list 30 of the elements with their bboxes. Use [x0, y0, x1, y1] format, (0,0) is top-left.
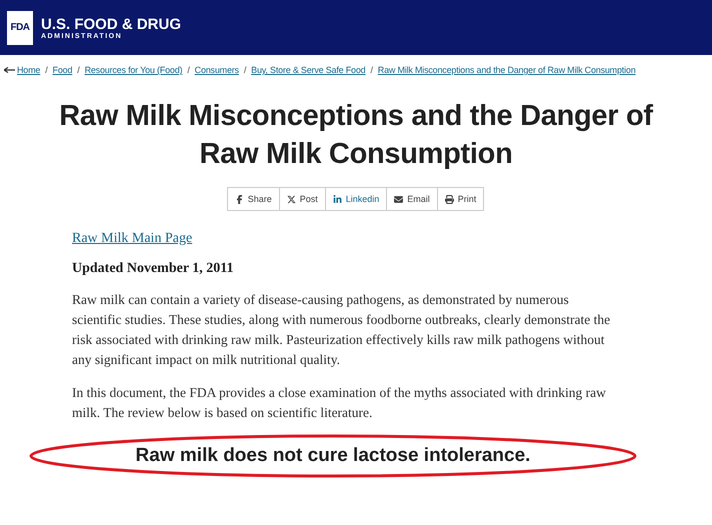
- breadcrumb-separator: /: [45, 65, 48, 75]
- share-button[interactable]: Email: [386, 187, 438, 211]
- page-title: Raw Milk Misconceptions and the Danger of Raw Milk Consumption: [58, 99, 654, 172]
- breadcrumb-link[interactable]: Home: [17, 65, 40, 75]
- breadcrumb-link[interactable]: Consumers: [194, 65, 239, 75]
- linkedin-icon: [332, 194, 342, 204]
- section-heading: Raw milk does not cure lactose intolerance.: [136, 445, 530, 467]
- body-paragraph: Raw milk can contain a variety of disease-causing pathogens, as demonstrated by numerous scientific studies. These studies, along with numerous foodborne outbreaks, clearly demonstrate the risk associated with drinking raw milk. Pasteurization effectively kills raw milk pathogens without any significant impact on milk nutritional quality.: [72, 291, 612, 369]
- x-logo-icon: [286, 194, 296, 204]
- breadcrumb-link[interactable]: Buy, Store & Serve Safe Food: [251, 65, 366, 75]
- fda-logo[interactable]: FDA: [7, 10, 33, 44]
- share-button[interactable]: Post: [278, 187, 326, 211]
- back-arrow-icon: [4, 67, 15, 73]
- envelope-icon: [394, 194, 404, 204]
- breadcrumb-link[interactable]: Resources for You (Food): [84, 65, 182, 75]
- body-paragraph: In this document, the FDA provides a close examination of the myths associated with drinking raw milk. The review below is based on scientific literature.: [72, 384, 607, 422]
- breadcrumb-separator: /: [244, 65, 246, 75]
- share-button[interactable]: Linkedin: [324, 187, 388, 211]
- breadcrumb-separator: /: [187, 65, 190, 75]
- share-button[interactable]: Print: [436, 187, 484, 211]
- printer-icon: [444, 194, 454, 204]
- facebook-icon: [234, 194, 244, 204]
- breadcrumb-link[interactable]: Food: [52, 65, 72, 75]
- updated-date: Updated November 1, 2011: [72, 261, 235, 277]
- site-title: U.S. FOOD & DRUG: [41, 16, 182, 32]
- breadcrumb-link[interactable]: Raw Milk Misconceptions and the Danger of Raw Milk Consumption: [378, 65, 636, 75]
- breadcrumb-separator: /: [77, 65, 80, 75]
- main-page-link[interactable]: Raw Milk Main Page: [72, 231, 612, 247]
- breadcrumb-separator: /: [370, 65, 373, 75]
- share-button[interactable]: Share: [226, 187, 280, 211]
